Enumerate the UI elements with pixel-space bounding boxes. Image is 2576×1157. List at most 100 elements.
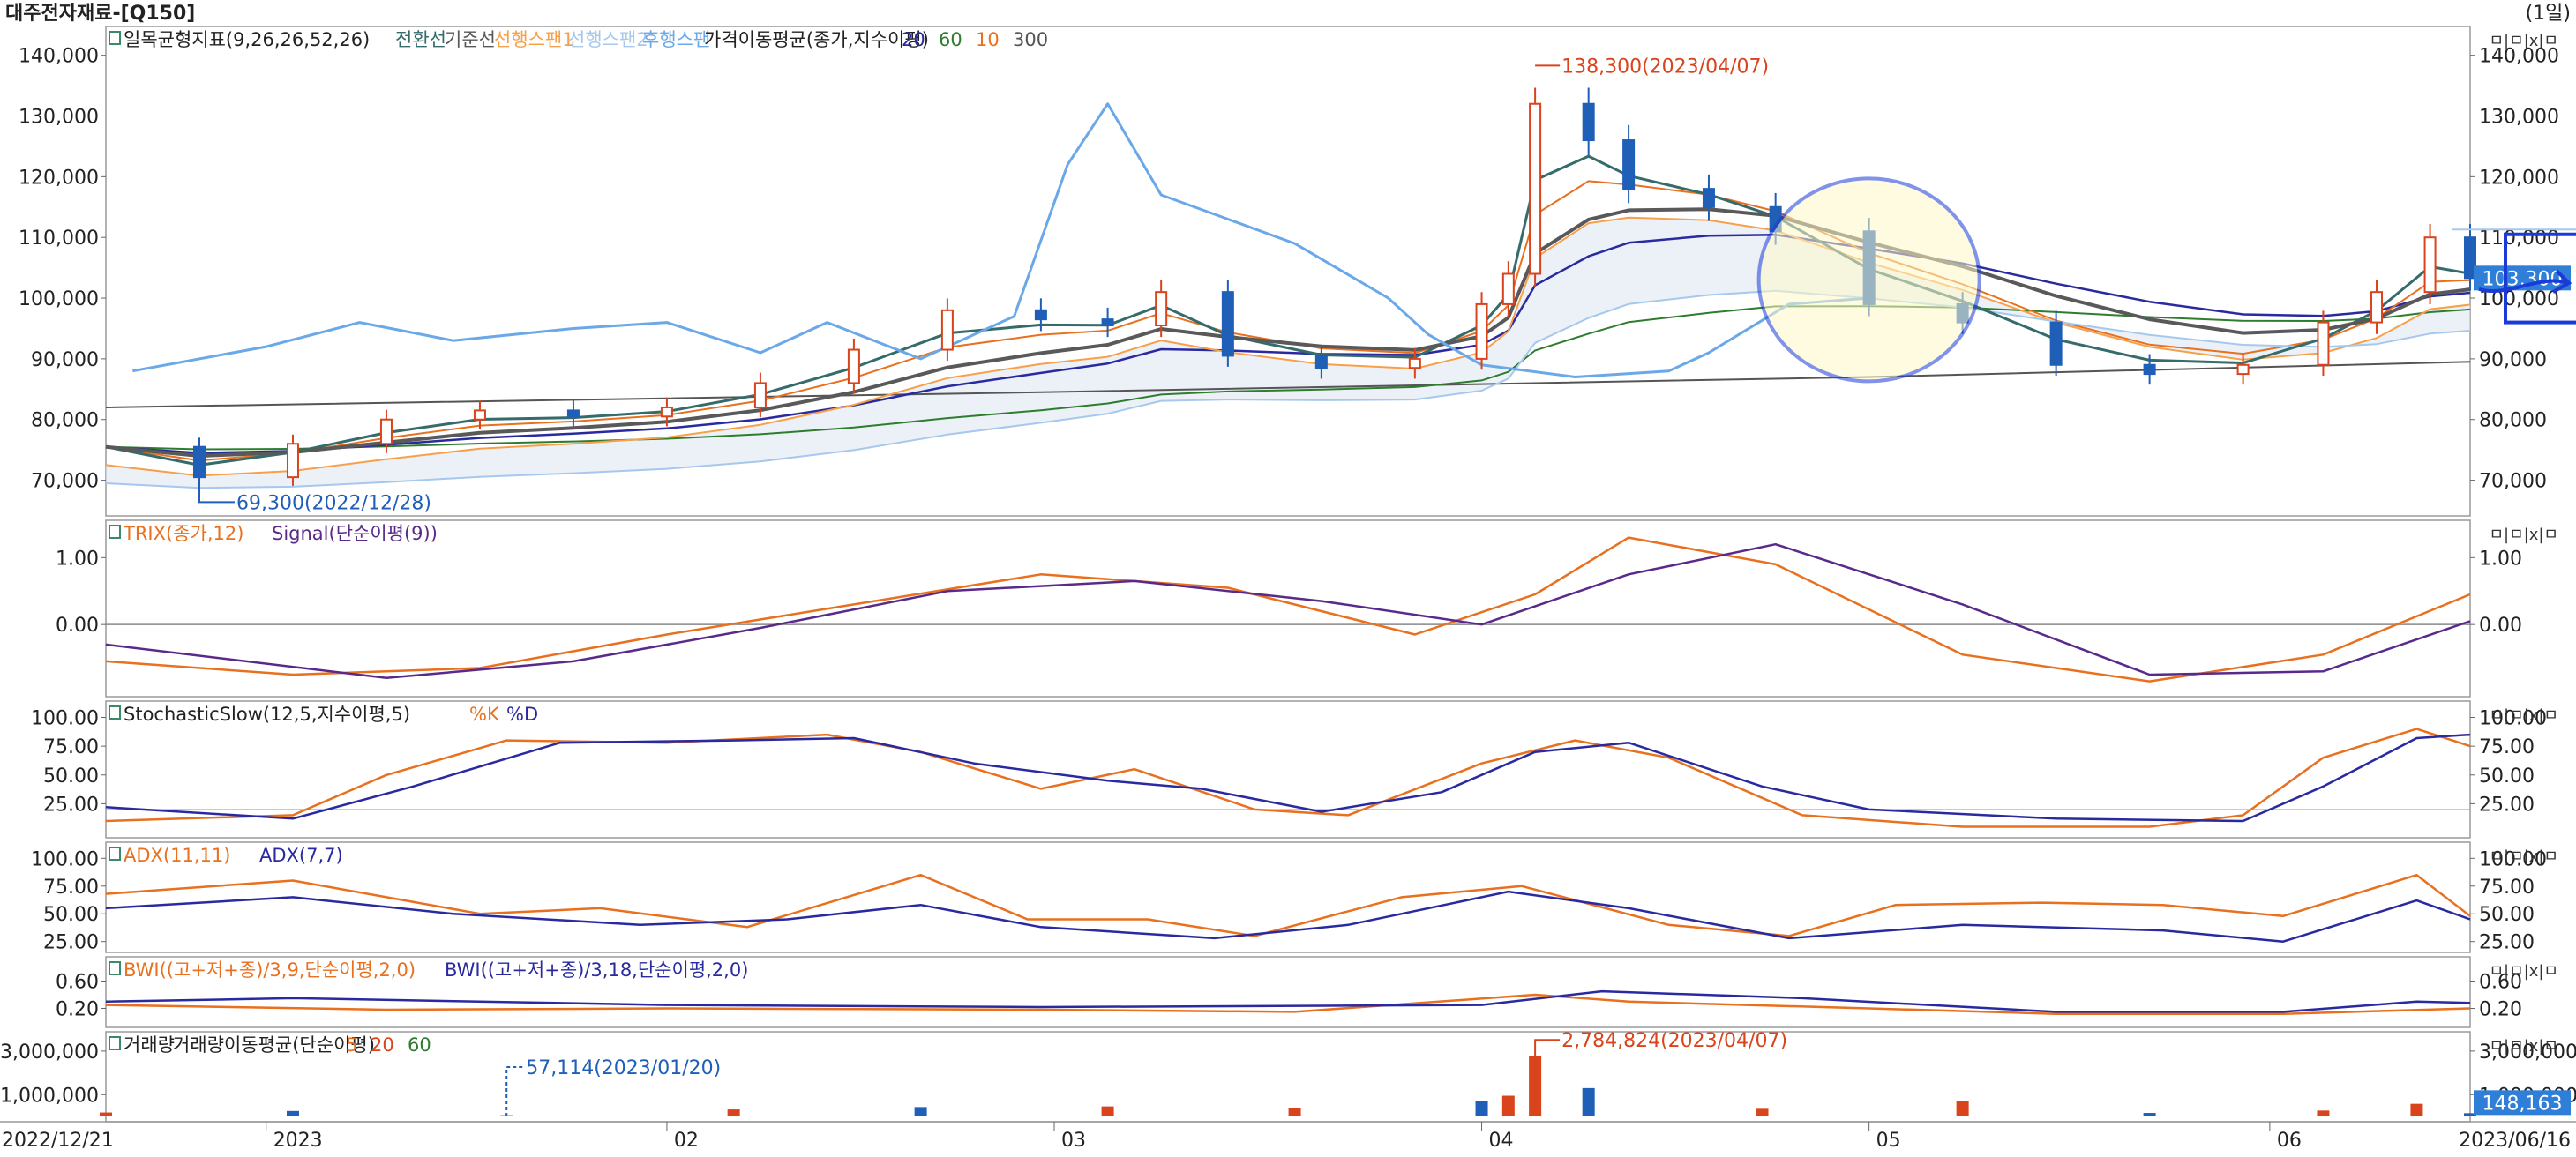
panel-frame-stochastic [106, 701, 2470, 838]
candle-body [849, 350, 859, 384]
legend-item: BWI((고+저+종)/3,18,단순이평,2,0) [445, 959, 748, 981]
candle-body [1316, 355, 1327, 368]
legend-item: 가격이동평균(종가,지수이평) [704, 29, 929, 50]
y-tick-label-left: 0.00 [56, 615, 99, 637]
volume-bar [1476, 1101, 1488, 1116]
panel-frame-volume [106, 1032, 2470, 1122]
candle-body [1036, 310, 1046, 319]
panel-frame-adx [106, 842, 2470, 952]
y-tick-label-left: 100.00 [31, 708, 99, 730]
legend-item: 60 [939, 29, 962, 50]
month-label: 04 [1489, 1130, 1514, 1152]
legend-item: 기준선 [445, 29, 496, 50]
candle-body [2371, 292, 2382, 322]
legend-item: BWI((고+저+종)/3,9,단순이평,2,0) [124, 959, 416, 981]
candle-body [1103, 319, 1113, 325]
panel-frame-price [106, 26, 2470, 516]
candle-body [1530, 104, 1540, 274]
y-tick-label-left: 1.00 [56, 548, 99, 570]
y-tick-label-left: 50.00 [43, 765, 99, 788]
y-tick-label-right: 120,000 [2479, 167, 2559, 189]
candle-body [381, 420, 392, 444]
y-tick-label-right: 50.00 [2479, 904, 2535, 926]
candle-body [2238, 365, 2249, 374]
volume-bar [100, 1113, 112, 1116]
y-tick-label-left: 130,000 [19, 107, 99, 129]
legend-item: 10 [976, 29, 1000, 50]
volume-bar [2317, 1110, 2329, 1116]
window-title: 대주전자재료-[Q150] [5, 3, 195, 25]
settings-square-icon [109, 706, 120, 719]
highlight-ellipse [1759, 178, 1980, 381]
legend-item: StochasticSlow(12,5,지수이평,5) [124, 704, 410, 725]
legend-item: 선행스팬2 [568, 29, 648, 50]
y-tick-label-left: 25.00 [43, 794, 99, 816]
y-tick-label-right: 90,000 [2479, 349, 2547, 371]
panel-controls-icon: ㅁ|ㅁ|x|ㅁ [2489, 32, 2558, 50]
candle-body [2051, 323, 2062, 365]
volume-bar [287, 1111, 299, 1116]
legend-item: TRIX(종가,12) [123, 523, 243, 544]
y-tick-label-right: 75.00 [2479, 877, 2535, 899]
settings-square-icon [109, 526, 120, 538]
month-label: 06 [2277, 1130, 2302, 1152]
month-label: 02 [674, 1130, 699, 1152]
candle-body [1704, 189, 1714, 207]
candle-body [475, 410, 485, 419]
candle-body [1477, 304, 1487, 359]
y-tick-label-right: 80,000 [2479, 410, 2547, 432]
candle-body [1584, 104, 1594, 140]
volume-bar [1583, 1088, 1595, 1116]
legend-item: %D [506, 704, 538, 725]
volume-bar [2144, 1113, 2156, 1116]
y-tick-label-right: 1.00 [2479, 548, 2522, 570]
max-volume-label: 2,784,824(2023/04/07) [1561, 1030, 1787, 1052]
volume-bar [1756, 1108, 1769, 1116]
title-bar [0, 0, 2576, 26]
candle-body [1410, 359, 1420, 368]
y-tick-label-left: 120,000 [19, 167, 99, 189]
settings-square-icon [109, 32, 120, 44]
y-tick-label-left: 100.00 [31, 848, 99, 870]
y-tick-label-right: 75.00 [2479, 736, 2535, 758]
legend-item: 전환선 [395, 29, 446, 50]
min-price-label: 69,300(2022/12/28) [236, 492, 431, 514]
candle-body [1223, 292, 1233, 355]
date-end-label: 2023/06/16 [2459, 1130, 2571, 1152]
legend-item: 60 [408, 1034, 431, 1056]
candle-body [755, 383, 766, 407]
date-start-label: 2022/12/21 [2, 1130, 114, 1152]
month-label: 2023 [273, 1130, 323, 1152]
y-tick-label-left: 50.00 [43, 904, 99, 926]
month-label: 05 [1876, 1130, 1901, 1152]
y-tick-label-left: 80,000 [31, 410, 99, 432]
stock-chart: 대주전자재료-[Q150](1일)140,000140,000130,00013… [0, 0, 2576, 1157]
candle-body [942, 310, 953, 350]
panel-controls-icon: ㅁ|ㅁ|x|ㅁ [2489, 706, 2558, 725]
legend-item: 20 [902, 29, 925, 50]
legend-item: 5 [346, 1034, 357, 1056]
y-tick-label-right: 70,000 [2479, 471, 2547, 493]
candle-body [1503, 274, 1514, 304]
y-tick-label-right: 110,000 [2479, 228, 2559, 250]
legend-item: 선행스팬1 [494, 29, 574, 50]
volume-bar [1289, 1108, 1301, 1116]
settings-square-icon [109, 847, 120, 860]
y-tick-label-left: 0.60 [56, 972, 99, 994]
panel-frame-trix [106, 520, 2470, 697]
volume-bar [1102, 1107, 1114, 1116]
min-volume-label: 57,114(2023/01/20) [526, 1057, 721, 1079]
candle-body [2425, 237, 2436, 292]
candle-body [2318, 323, 2328, 365]
y-tick-label-left: 75.00 [43, 877, 99, 899]
legend-item: 거래량이동평균(단순이평) [173, 1034, 375, 1056]
panel-controls-icon: ㅁ|ㅁ|x|ㅁ [2489, 1037, 2558, 1056]
volume-bar [2410, 1104, 2422, 1116]
legend-item: Signal(단순이평(9)) [272, 523, 438, 544]
volume-bar [915, 1107, 927, 1116]
candle-body [1156, 292, 1166, 325]
y-tick-label-right: 0.20 [2479, 999, 2522, 1021]
candle-body [568, 410, 579, 416]
legend-item: 20 [371, 1034, 394, 1056]
y-tick-label-left: 110,000 [19, 228, 99, 250]
